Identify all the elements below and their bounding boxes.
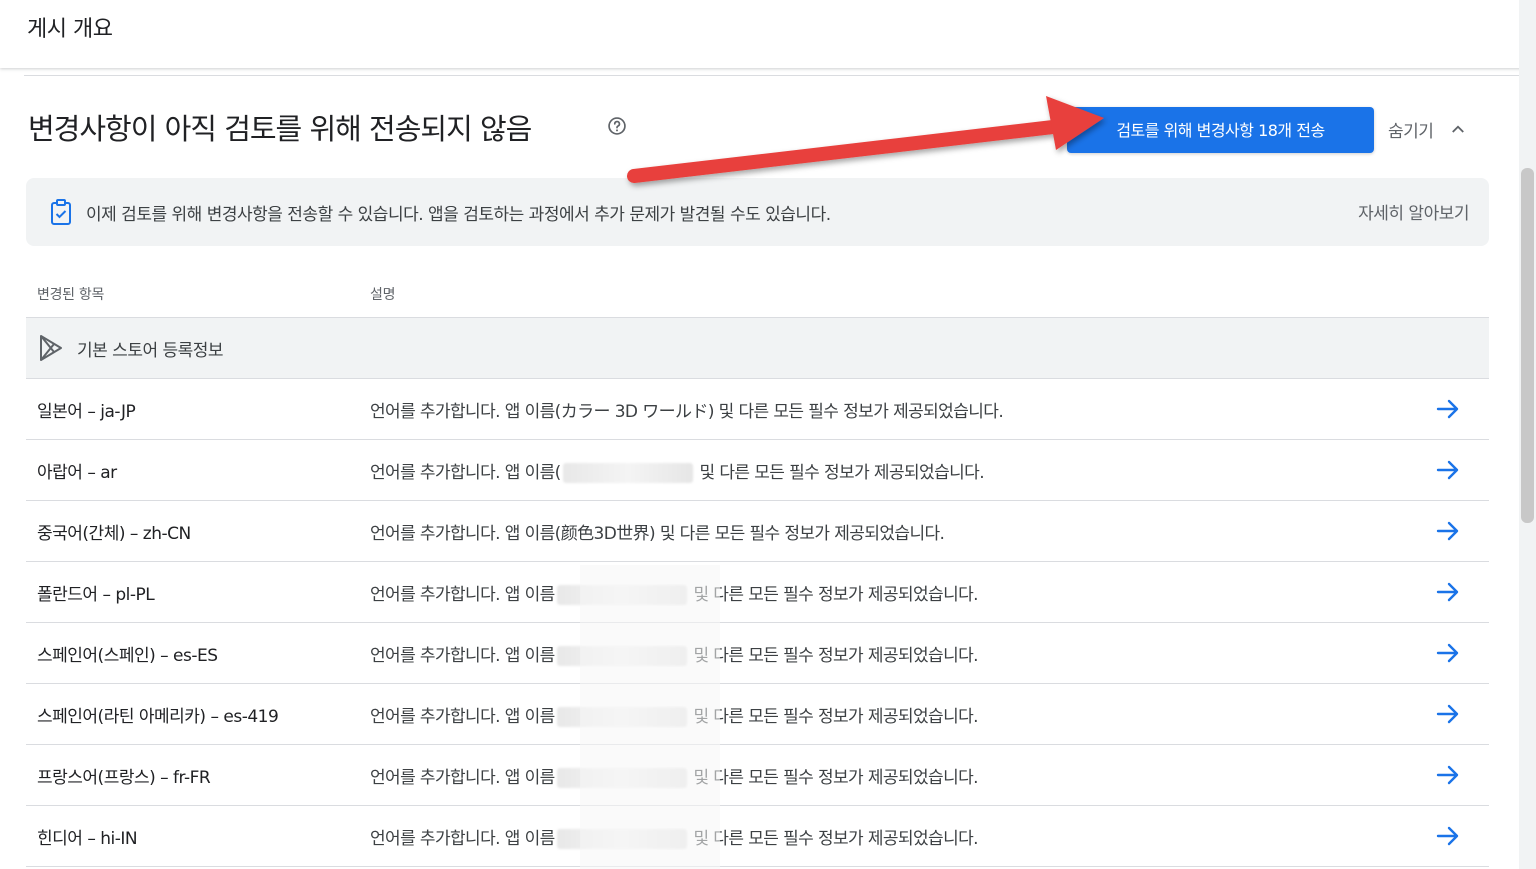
description-prefix: 언어를 추가합니다. 앱 이름 bbox=[370, 768, 555, 788]
info-banner: 이제 검토를 위해 변경사항을 전송할 수 있습니다. 앱을 검토하는 과정에서… bbox=[26, 178, 1489, 246]
column-header-description: 설명 bbox=[370, 287, 396, 303]
group-label: 기본 스토어 등록정보 bbox=[77, 341, 224, 361]
description-prefix: 언어를 추가합니다. 앱 이름 bbox=[370, 829, 555, 849]
table-row[interactable]: 스페인어(라틴 아메리카) – es-419 언어를 추가합니다. 앱 이름 및 … bbox=[26, 684, 1489, 745]
description-suffix: 및 다른 모든 필수 정보가 제공되었습니다. bbox=[688, 646, 978, 666]
arrow-right-icon[interactable] bbox=[1436, 398, 1460, 420]
column-header-changed: 변경된 항목 bbox=[37, 287, 105, 303]
arrow-right-icon[interactable] bbox=[1436, 520, 1460, 542]
banner-text: 이제 검토를 위해 변경사항을 전송할 수 있습니다. 앱을 검토하는 과정에서… bbox=[86, 205, 831, 225]
table-row[interactable]: 힌디어 – hi-IN 언어를 추가합니다. 앱 이름 및 다른 모든 필수 정보… bbox=[26, 806, 1489, 867]
clipboard-check-icon bbox=[51, 199, 71, 225]
scrollbar-thumb[interactable] bbox=[1521, 168, 1534, 523]
description-prefix: 언어를 추가합니다. 앱 이름 bbox=[370, 707, 555, 727]
table-row[interactable]: 폴란드어 – pl-PL 언어를 추가합니다. 앱 이름 및 다른 모든 필수 정… bbox=[26, 562, 1489, 623]
hide-toggle[interactable]: 숨기기 bbox=[1388, 114, 1467, 144]
top-bar: 게시 개요 bbox=[0, 0, 1536, 68]
section-heading: 변경사항이 아직 검토를 위해 전송되지 않음 bbox=[28, 112, 532, 146]
row-language: 일본어 – ja-JP bbox=[37, 402, 136, 422]
app-name: 颜色3D世界 bbox=[560, 524, 650, 544]
description-prefix: 언어를 추가합니다. 앱 이름( bbox=[370, 402, 561, 422]
row-language: 폴란드어 – pl-PL bbox=[37, 585, 155, 605]
app-name: カラー 3D ワールド bbox=[560, 402, 709, 422]
arrow-right-icon[interactable] bbox=[1436, 459, 1460, 481]
arrow-right-icon[interactable] bbox=[1436, 703, 1460, 725]
arrow-right-icon[interactable] bbox=[1436, 825, 1460, 847]
row-description: 언어를 추가합니다. 앱 이름(カラー 3D ワールド) 및 다른 모든 필수 … bbox=[370, 397, 1004, 422]
send-for-review-button[interactable]: 검토를 위해 변경사항 18개 전송 bbox=[1067, 107, 1374, 153]
description-suffix: ) 및 다른 모든 필수 정보가 제공되었습니다. bbox=[649, 524, 945, 544]
row-language: 중국어(간체) – zh-CN bbox=[37, 524, 191, 544]
row-description: 언어를 추가합니다. 앱 이름(颜色3D世界) 및 다른 모든 필수 정보가 제… bbox=[370, 519, 945, 544]
row-language: 스페인어(스페인) – es-ES bbox=[37, 646, 218, 666]
row-description: 언어를 추가합니다. 앱 이름( 및 다른 모든 필수 정보가 제공되었습니다. bbox=[370, 458, 985, 483]
description-suffix: 및 다른 모든 필수 정보가 제공되었습니다. bbox=[688, 707, 978, 727]
description-suffix: 및 다른 모든 필수 정보가 제공되었습니다. bbox=[688, 829, 978, 849]
description-suffix: 및 다른 모든 필수 정보가 제공되었습니다. bbox=[694, 463, 984, 483]
redacted-app-name bbox=[562, 463, 693, 483]
row-language: 힌디어 – hi-IN bbox=[37, 829, 138, 849]
table-row[interactable]: 스페인어(스페인) – es-ES 언어를 추가합니다. 앱 이름 및 다른 모든… bbox=[26, 623, 1489, 684]
page-title: 게시 개요 bbox=[27, 17, 113, 42]
play-store-icon bbox=[40, 335, 62, 361]
description-suffix: ) 및 다른 모든 필수 정보가 제공되었습니다. bbox=[707, 402, 1004, 422]
help-circle-icon[interactable] bbox=[607, 116, 627, 136]
redaction-overlay bbox=[580, 565, 720, 869]
description-prefix: 언어를 추가합니다. 앱 이름( bbox=[370, 524, 561, 544]
section-divider bbox=[24, 75, 1519, 76]
change-rows: 일본어 – ja-JP 언어를 추가합니다. 앱 이름(カラー 3D ワールド) … bbox=[26, 379, 1489, 867]
arrow-right-icon[interactable] bbox=[1436, 764, 1460, 786]
description-prefix: 언어를 추가합니다. 앱 이름( bbox=[370, 463, 561, 483]
arrow-right-icon[interactable] bbox=[1436, 642, 1460, 664]
table-row[interactable]: 중국어(간체) – zh-CN 언어를 추가합니다. 앱 이름(颜色3D世界) 및… bbox=[26, 501, 1489, 562]
group-row-default-listing: 기본 스토어 등록정보 bbox=[26, 318, 1489, 379]
description-suffix: 및 다른 모든 필수 정보가 제공되었습니다. bbox=[688, 768, 978, 788]
row-language: 프랑스어(프랑스) – fr-FR bbox=[37, 768, 211, 788]
hide-label: 숨기기 bbox=[1388, 121, 1434, 142]
description-suffix: 및 다른 모든 필수 정보가 제공되었습니다. bbox=[688, 585, 978, 605]
learn-more-link[interactable]: 자세히 알아보기 bbox=[1358, 199, 1469, 224]
description-prefix: 언어를 추가합니다. 앱 이름 bbox=[370, 646, 555, 666]
arrow-right-icon[interactable] bbox=[1436, 581, 1460, 603]
table-row[interactable]: 일본어 – ja-JP 언어를 추가합니다. 앱 이름(カラー 3D ワールド) … bbox=[26, 379, 1489, 440]
table-row[interactable]: 아랍어 – ar 언어를 추가합니다. 앱 이름( 및 다른 모든 필수 정보가 … bbox=[26, 440, 1489, 501]
table-row[interactable]: 프랑스어(프랑스) – fr-FR 언어를 추가합니다. 앱 이름 및 다른 모든… bbox=[26, 745, 1489, 806]
row-language: 아랍어 – ar bbox=[37, 463, 117, 483]
chevron-up-icon bbox=[1452, 125, 1465, 133]
description-prefix: 언어를 추가합니다. 앱 이름 bbox=[370, 585, 555, 605]
row-language: 스페인어(라틴 아메리카) – es-419 bbox=[37, 707, 279, 727]
